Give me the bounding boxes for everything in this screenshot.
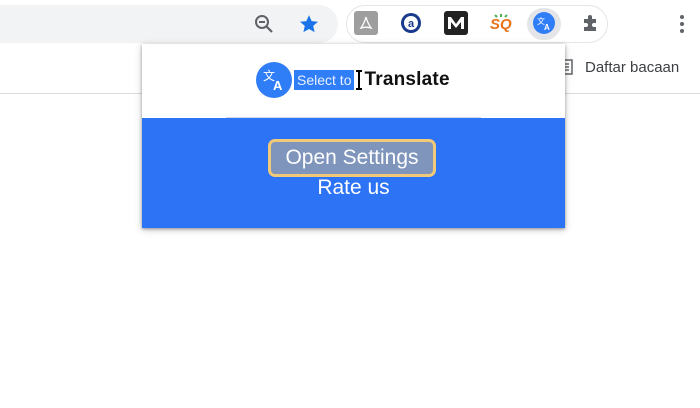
extension-popup: 文 A Select to Translate Open Settings Ra…: [142, 44, 565, 228]
svg-text:A: A: [544, 23, 550, 31]
rate-us-link[interactable]: Rate us: [142, 176, 565, 200]
brand-select-text: Select to: [294, 70, 355, 90]
popup-body: Open Settings Rate us: [142, 118, 565, 228]
translate-logo-icon: 文 A: [256, 62, 292, 98]
pdf-extension-icon[interactable]: [354, 11, 378, 35]
svg-text:SQ: SQ: [490, 16, 512, 33]
brand-logo: 文 A Select to Translate: [256, 62, 450, 98]
text-cursor-icon: [356, 70, 363, 90]
open-settings-button[interactable]: Open Settings: [268, 139, 436, 177]
zoom-out-icon[interactable]: [251, 11, 277, 37]
extensions-tray: [346, 5, 608, 43]
m-extension-icon[interactable]: [444, 11, 468, 35]
sq-extension-icon[interactable]: SQ: [489, 11, 513, 35]
reading-list-label: Daftar bacaan: [585, 58, 680, 76]
brand-translate-text: Translate: [364, 69, 450, 90]
puzzle-icon[interactable]: [579, 11, 603, 35]
svg-text:A: A: [273, 78, 283, 93]
reading-list-button[interactable]: Daftar bacaan: [557, 58, 679, 76]
svg-text:a: a: [408, 18, 415, 30]
a-extension-icon[interactable]: a: [399, 11, 423, 35]
popup-header: 文 A Select to Translate: [142, 44, 565, 118]
bookmark-star-icon[interactable]: [296, 11, 322, 37]
translate-extension-icon[interactable]: 文 A: [533, 12, 555, 34]
browser-toolbar: a SQ 文 A: [0, 0, 700, 48]
address-bar[interactable]: [0, 5, 338, 43]
more-menu-icon[interactable]: [672, 12, 692, 36]
